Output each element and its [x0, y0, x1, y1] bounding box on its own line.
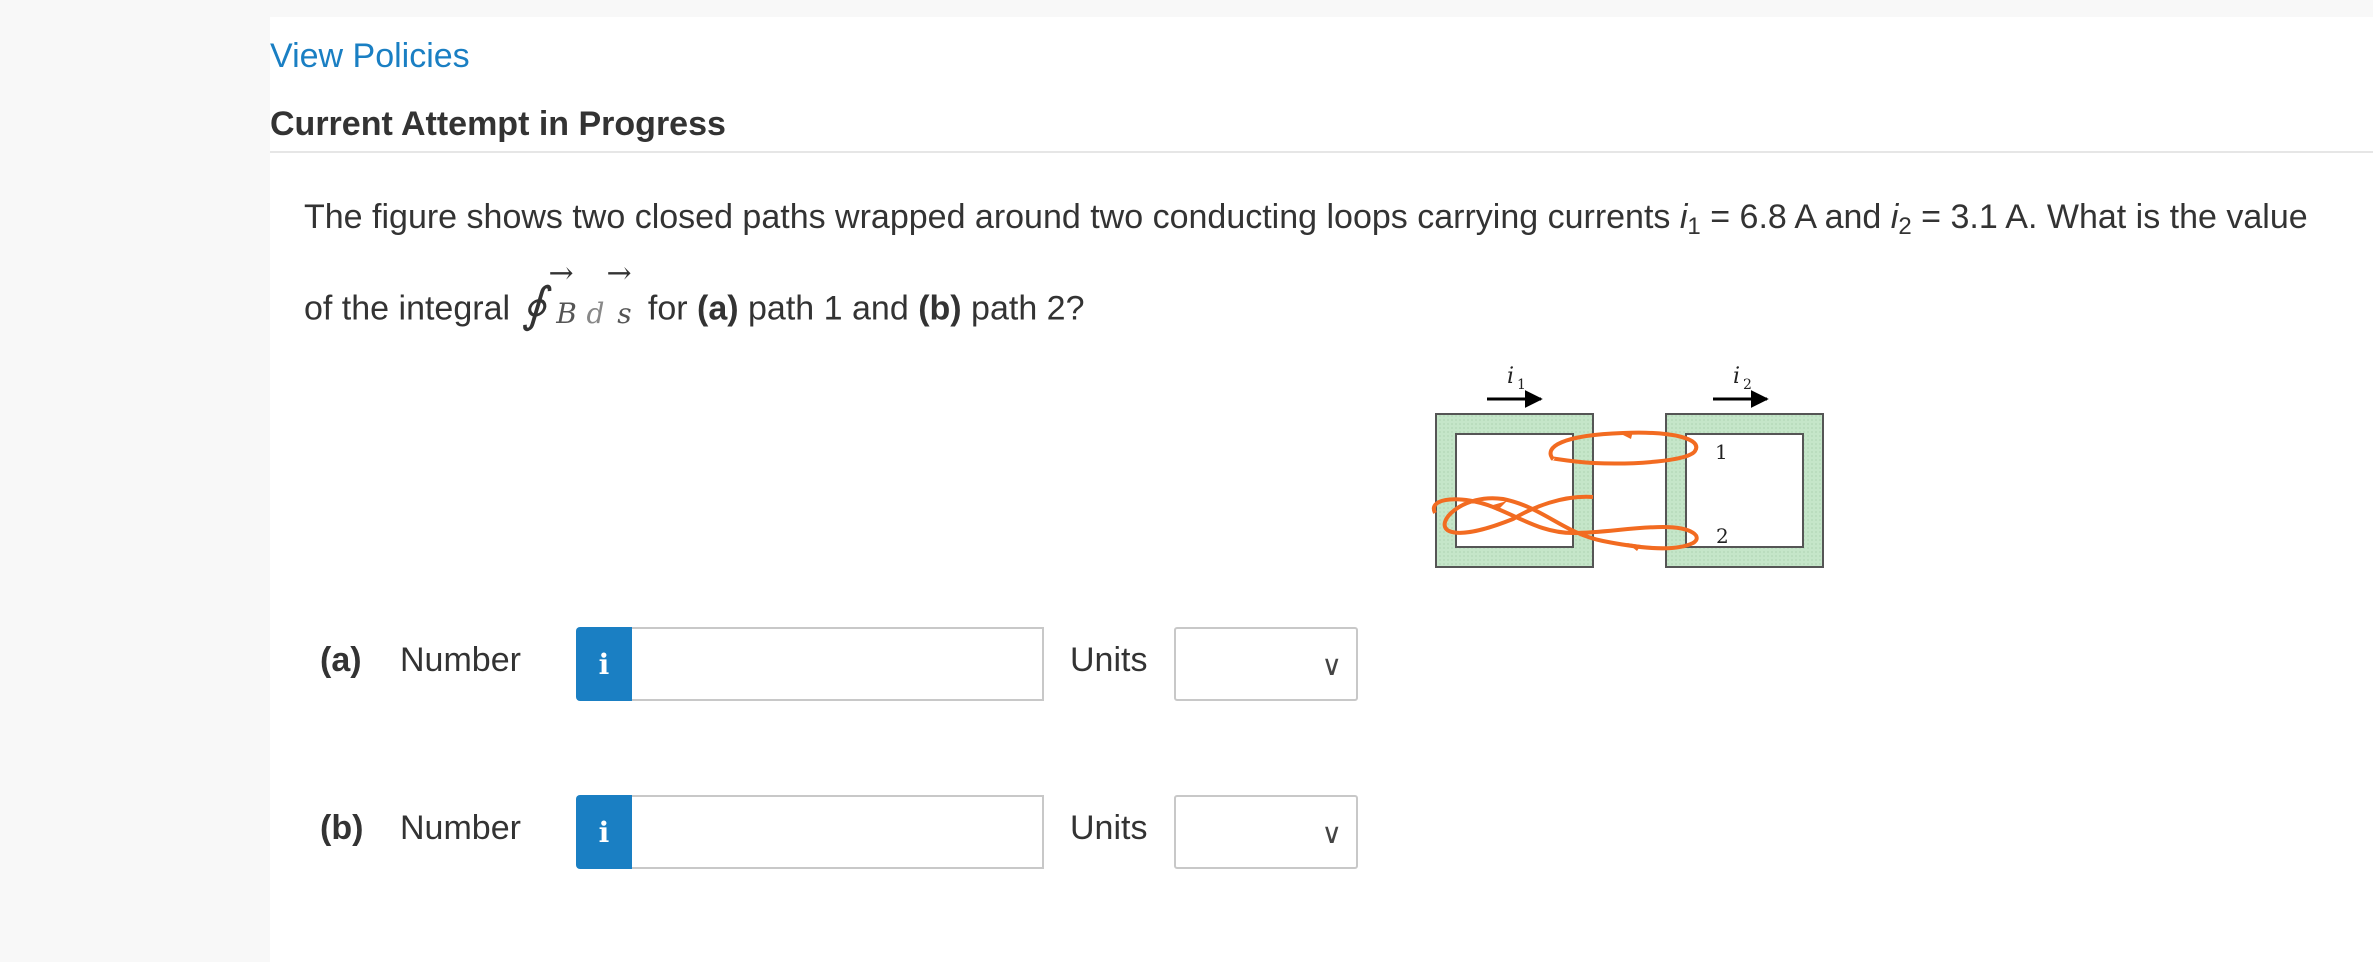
- number-label-b: Number: [400, 809, 521, 847]
- attempt-title: Current Attempt in Progress: [270, 105, 726, 143]
- info-icon: i: [598, 815, 610, 849]
- answer-row-a: (a) Number i Units ∨: [320, 627, 1420, 701]
- integral-expression: ∮ → Bd → s: [519, 256, 638, 354]
- divider: [270, 151, 2373, 153]
- units-label-a: Units: [1070, 641, 1148, 679]
- current-i1-value: = 6.8 A and: [1700, 198, 1891, 236]
- path1-text: path 1 and: [738, 289, 919, 328]
- part-b-label: (b): [320, 809, 364, 847]
- view-policies-link[interactable]: View Policies: [270, 37, 470, 76]
- question-line-2: of the integral ∮ → Bd → s for (a) path 1 an…: [304, 256, 1085, 347]
- i2-label-sub: 2: [1743, 377, 1752, 393]
- chevron-down-icon: ∨: [1321, 650, 1343, 681]
- i1-label-sub: 1: [1517, 377, 1526, 393]
- number-input-b[interactable]: [632, 795, 1044, 869]
- part-a-marker: (a): [697, 289, 739, 328]
- path-1-label: 1: [1715, 440, 1728, 464]
- number-label-a: Number: [400, 641, 521, 679]
- path2-text: path 2?: [961, 289, 1085, 328]
- path-2-label: 2: [1716, 524, 1729, 548]
- info-icon-button-b[interactable]: i: [576, 795, 632, 869]
- d-symbol: d: [586, 297, 605, 330]
- vector-B: → B: [549, 256, 581, 354]
- info-icon: i: [598, 647, 610, 681]
- units-select-b[interactable]: ∨: [1174, 795, 1358, 869]
- i1-label: i: [1507, 364, 1514, 389]
- units-select-a[interactable]: ∨: [1174, 627, 1358, 701]
- i2-label: i: [1733, 364, 1740, 389]
- info-icon-button-a[interactable]: i: [576, 627, 632, 701]
- integral-prefix: of the integral: [304, 289, 520, 328]
- chevron-down-icon: ∨: [1321, 818, 1343, 849]
- contour-integral-symbol: ∮: [521, 277, 547, 333]
- path-2: [1431, 494, 1699, 551]
- vector-arrow: →: [548, 256, 574, 291]
- part-b-marker: (b): [918, 289, 962, 328]
- question-intro: The figure shows two closed paths wrappe…: [304, 198, 1680, 236]
- current-i2-subscript: 2: [1898, 213, 1912, 240]
- question-page: View Policies Current Attempt in Progres…: [270, 17, 2373, 962]
- current-i1-subscript: 1: [1687, 213, 1701, 240]
- units-label-b: Units: [1070, 809, 1148, 847]
- left-conducting-loop: [1435, 413, 1594, 568]
- current-i2-value: = 3.1 A. What is the value: [1911, 198, 2308, 236]
- answer-row-b: (b) Number i Units ∨: [320, 795, 1420, 869]
- part-a-label: (a): [320, 641, 362, 679]
- loops-figure: i 1 i 2 1 2: [1431, 364, 1824, 568]
- question-line-1: The figure shows two closed paths wrappe…: [304, 177, 2308, 257]
- for-text: for: [638, 289, 698, 328]
- vector-s: → s: [606, 256, 638, 354]
- vector-arrow: →: [606, 256, 632, 291]
- number-input-a[interactable]: [632, 627, 1044, 701]
